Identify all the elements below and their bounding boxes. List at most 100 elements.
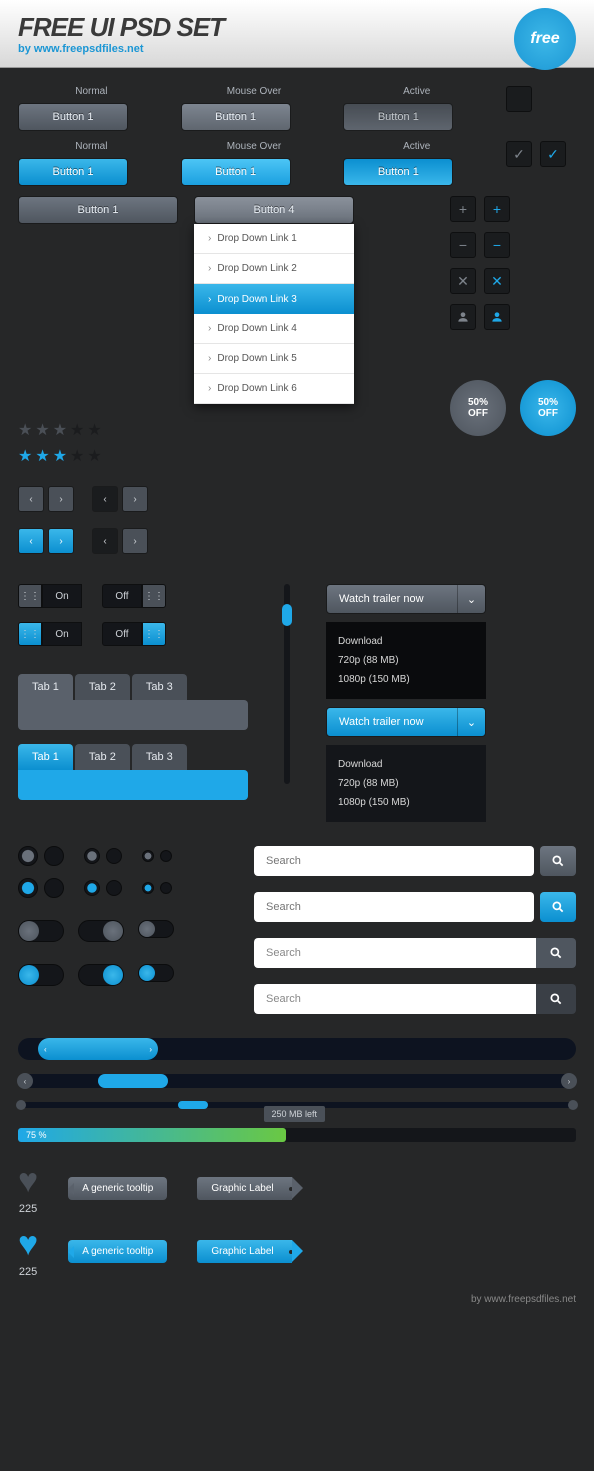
state-label-normal: Normal	[18, 86, 165, 97]
search-input-2[interactable]	[254, 892, 534, 922]
quality-1080b[interactable]: 1080p (150 MB)	[338, 793, 474, 812]
search-icon[interactable]	[536, 938, 576, 968]
heart-icon-gray[interactable]: ♥	[18, 1162, 38, 1201]
search-input-1[interactable]	[254, 846, 534, 876]
tab-body-gray	[18, 700, 248, 730]
switch-blue-on[interactable]	[78, 964, 124, 986]
tab-2[interactable]: Tab 2	[75, 674, 130, 700]
tab-body-blue	[18, 770, 248, 800]
button-wide-4[interactable]: Button 4	[194, 196, 354, 224]
page-title: FREE UI PSD SET	[18, 12, 576, 43]
toggle-blue-on[interactable]: ⋮⋮On	[18, 622, 82, 646]
vertical-slider[interactable]	[284, 584, 290, 784]
check-icon[interactable]: ✓	[506, 141, 532, 167]
toggle-gray-on[interactable]: ⋮⋮On	[18, 584, 82, 608]
dropdown-item-5[interactable]: Drop Down Link 5	[194, 344, 354, 374]
button-blue-active[interactable]: Button 1	[343, 158, 453, 186]
state-label-mouseover: Mouse Over	[181, 86, 328, 97]
slider-thumb[interactable]	[98, 1074, 168, 1088]
button-gray-hover[interactable]: Button 1	[181, 103, 291, 131]
radio-lg[interactable]	[18, 846, 38, 866]
tab-3[interactable]: Tab 3	[132, 674, 187, 700]
radio-sm[interactable]	[142, 850, 154, 862]
button-gray-active[interactable]: Button 1	[343, 103, 453, 131]
dropdown-menu: Drop Down Link 1 Drop Down Link 2 Drop D…	[194, 224, 354, 404]
close-icon[interactable]: ✕	[450, 268, 476, 294]
tooltip-gray: A generic tooltip	[68, 1177, 167, 1200]
checkbox-empty[interactable]	[506, 86, 532, 112]
rating-stars-gray[interactable]: ★★★★★	[18, 420, 354, 440]
dropdown-item-4[interactable]: Drop Down Link 4	[194, 314, 354, 344]
slider-next[interactable]: ›	[561, 1073, 577, 1089]
tag-gray[interactable]: Graphic Label	[197, 1177, 291, 1200]
tag-blue[interactable]: Graphic Label	[197, 1240, 291, 1263]
tab-1-blue[interactable]: Tab 1	[18, 744, 73, 770]
range-slider-1[interactable]: ‹›	[18, 1038, 576, 1060]
dropdown-item-1[interactable]: Drop Down Link 1	[194, 224, 354, 254]
plus-icon[interactable]: +	[450, 196, 476, 222]
minus-icon[interactable]: −	[450, 232, 476, 258]
button-wide-1[interactable]: Button 1	[18, 196, 178, 224]
button-blue-hover[interactable]: Button 1	[181, 158, 291, 186]
tab-3b[interactable]: Tab 3	[132, 744, 187, 770]
state-label-active: Active	[343, 86, 490, 97]
check-icon-blue[interactable]: ✓	[540, 141, 566, 167]
search-combo-1[interactable]: Search	[254, 938, 576, 968]
search-combo-2[interactable]: Search	[254, 984, 576, 1014]
tab-2b[interactable]: Tab 2	[75, 744, 130, 770]
search-icon[interactable]	[536, 984, 576, 1014]
next-button-gray[interactable]: ›	[122, 486, 148, 512]
trailer-panel-blue: Download 720p (88 MB) 1080p (150 MB)	[326, 745, 486, 822]
dropdown-item-6[interactable]: Drop Down Link 6	[194, 374, 354, 404]
progress-fill: 75 %	[18, 1128, 286, 1142]
close-icon-blue[interactable]: ✕	[484, 268, 510, 294]
slider-prev[interactable]: ‹	[17, 1073, 33, 1089]
switch-blue-off[interactable]	[18, 964, 64, 986]
trailer-dropdown-gray[interactable]: Watch trailer now⌄	[326, 584, 486, 614]
switch-gray-off[interactable]	[18, 920, 64, 942]
range-slider-2[interactable]: ‹ ›	[18, 1074, 576, 1088]
tab-1[interactable]: Tab 1	[18, 674, 73, 700]
header: FREE UI PSD SET by www.freepsdfiles.net …	[0, 0, 594, 68]
heart-count-blue: 225	[19, 1266, 37, 1278]
dropdown-item-3[interactable]: Drop Down Link 3	[194, 284, 354, 314]
free-badge: free	[514, 8, 576, 70]
quality-720[interactable]: 720p (88 MB)	[338, 651, 474, 670]
prev-button-blue[interactable]: ‹	[18, 528, 44, 554]
quality-720b[interactable]: 720p (88 MB)	[338, 774, 474, 793]
plus-icon-blue[interactable]: +	[484, 196, 510, 222]
next-button[interactable]: ›	[48, 486, 74, 512]
next-button-gray2[interactable]: ›	[122, 528, 148, 554]
next-button-blue[interactable]: ›	[48, 528, 74, 554]
chevron-down-icon: ⌄	[457, 708, 485, 736]
slider-thumb[interactable]	[282, 604, 292, 626]
search-button-blue[interactable]	[540, 892, 576, 922]
user-icon-blue[interactable]	[484, 304, 510, 330]
footer-credit: by www.freepsdfiles.net	[18, 1294, 576, 1305]
progress-bar: 250 MB left 75 %	[18, 1128, 576, 1142]
rating-stars-blue[interactable]: ★★★★★	[18, 446, 354, 466]
dropdown-item-2[interactable]: Drop Down Link 2	[194, 254, 354, 284]
prev-button[interactable]: ‹	[18, 486, 44, 512]
page-subtitle: by www.freepsdfiles.net	[18, 43, 576, 55]
discount-seal-gray: 50%OFF	[450, 380, 506, 436]
button-gray-normal[interactable]: Button 1	[18, 103, 128, 131]
user-icon[interactable]	[450, 304, 476, 330]
button-blue-normal[interactable]: Button 1	[18, 158, 128, 186]
radio-md[interactable]	[84, 848, 100, 864]
toggle-blue-off[interactable]: Off⋮⋮	[102, 622, 166, 646]
minus-icon-blue[interactable]: −	[484, 232, 510, 258]
tooltip-blue: A generic tooltip	[68, 1240, 167, 1263]
trailer-dropdown-blue[interactable]: Watch trailer now⌄	[326, 707, 486, 737]
search-button-gray[interactable]	[540, 846, 576, 876]
switch-gray-on[interactable]	[78, 920, 124, 942]
heart-icon-blue[interactable]: ♥	[18, 1225, 38, 1264]
toggle-gray-off[interactable]: Off⋮⋮	[102, 584, 166, 608]
progress-remaining-label: 250 MB left	[264, 1106, 326, 1122]
prev-button-dark2[interactable]: ‹	[92, 528, 118, 554]
radio-lg-blue[interactable]	[18, 878, 38, 898]
quality-1080[interactable]: 1080p (150 MB)	[338, 670, 474, 689]
prev-button-dark[interactable]: ‹	[92, 486, 118, 512]
star-icon: ★	[18, 446, 32, 466]
trailer-panel-gray: Download 720p (88 MB) 1080p (150 MB)	[326, 622, 486, 699]
